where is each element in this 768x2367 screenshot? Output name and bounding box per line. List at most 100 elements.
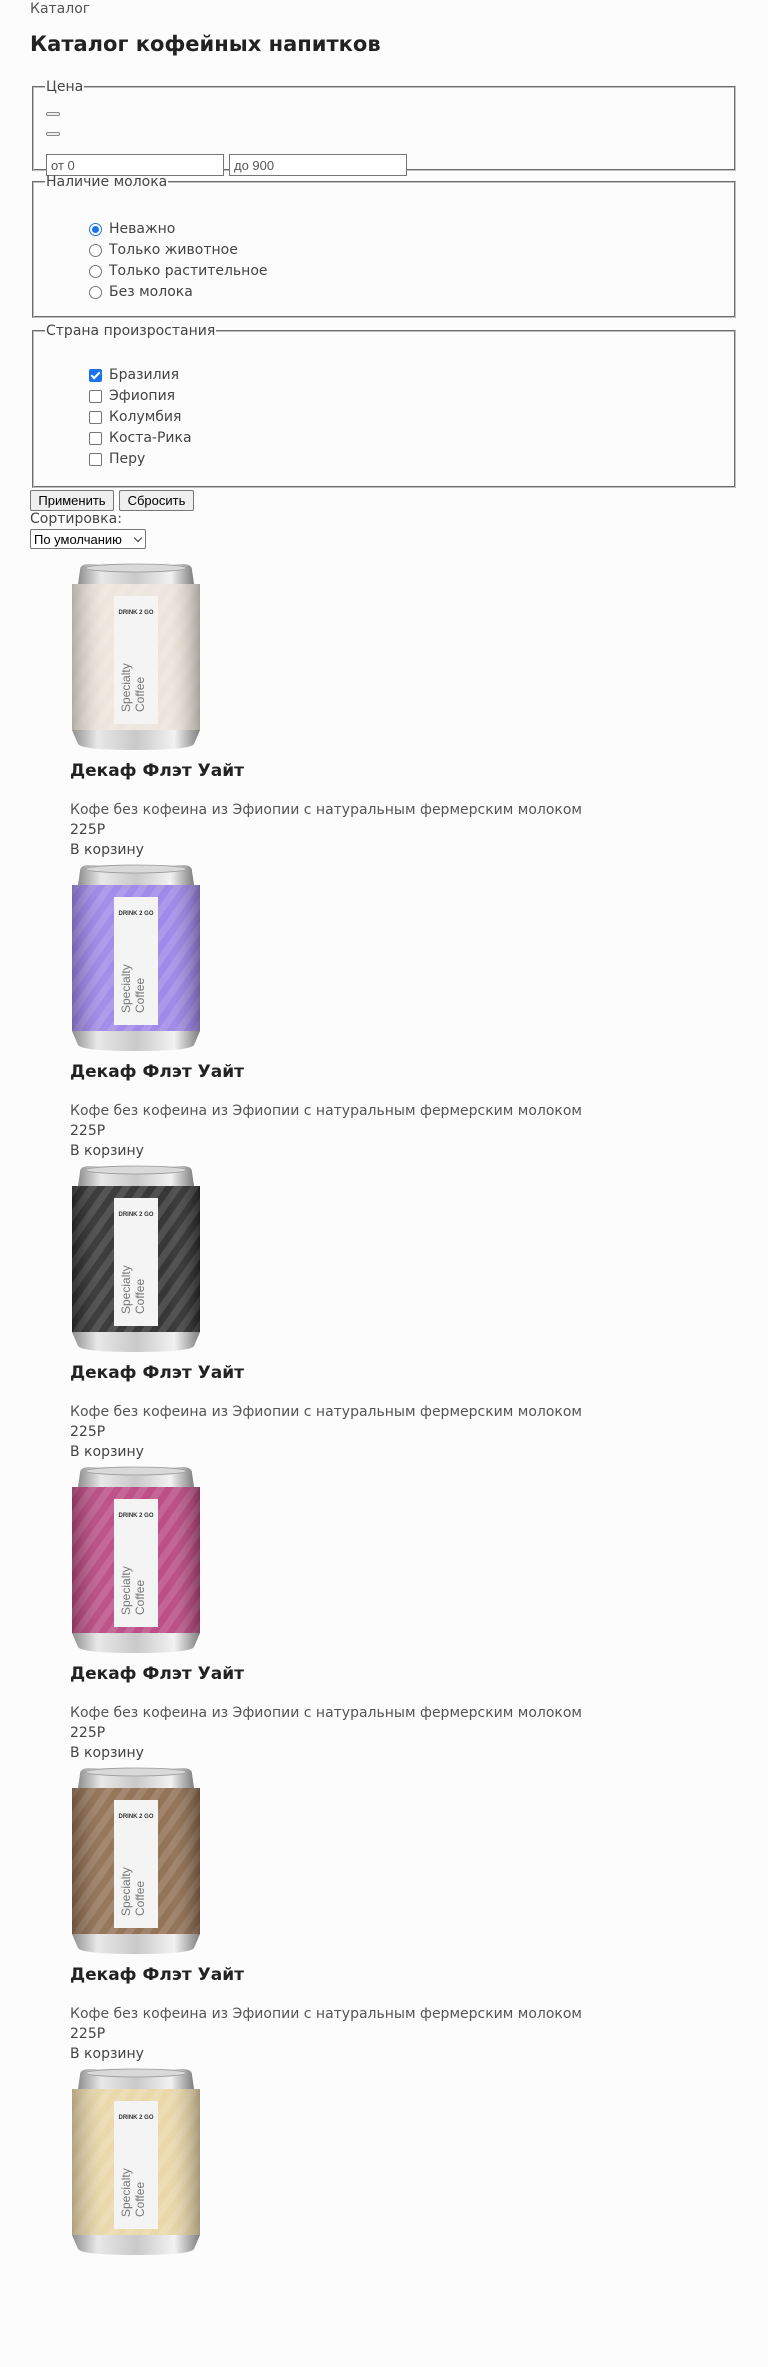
product-image[interactable]: DRINK 2 GO Specialty Coffee [70,2067,202,2257]
product-card: DRINK 2 GO Specialty Coffee Декаф Флэт Уайт… [70,1465,730,1765]
product-title[interactable]: Декаф Флэт Уайт [70,1965,244,1985]
checkbox[interactable] [89,389,102,403]
product-card: DRINK 2 GO Specialty Coffee Декаф Флэт Уайт… [70,562,730,862]
coffee-can-icon: DRINK 2 GO Specialty Coffee [72,1466,200,1653]
checkbox[interactable] [89,368,102,382]
product-price: 225Р [70,2026,106,2042]
product-title[interactable]: Декаф Флэт Уайт [70,1062,244,1082]
can-text: Coffee [133,978,147,1013]
product-description: Кофе без кофеина из Эфиопии с натуральны… [70,1103,582,1119]
can-brand: DRINK 2 GO [118,2115,153,2121]
coffee-can-icon: DRINK 2 GO Specialty Coffee [72,1165,200,1352]
checkbox[interactable] [89,410,102,424]
country-option[interactable]: Эфиопия [89,386,175,406]
country-legend: Страна произростания [46,323,216,339]
can-text: Coffee [133,2182,147,2217]
add-to-cart-button[interactable]: В корзину [70,1444,144,1460]
add-to-cart-button[interactable]: В корзину [70,2046,144,2062]
milk-option-label: Только животное [109,242,238,258]
can-brand: DRINK 2 GO [118,1814,153,1820]
product-card: DRINK 2 GO Specialty Coffee Декаф Флэт Уайт… [70,863,730,1163]
milk-option[interactable]: Неважно [89,219,175,239]
country-option-label: Коста-Рика [109,430,192,446]
product-image[interactable]: DRINK 2 GO Specialty Coffee [70,562,202,752]
country-option[interactable]: Колумбия [89,407,181,427]
radio-button[interactable] [89,285,102,299]
product-card: DRINK 2 GO Specialty Coffee Декаф Флэт Уайт… [70,1164,730,1464]
radio-button[interactable] [89,243,102,257]
can-text: Coffee [133,1881,147,1916]
product-image[interactable]: DRINK 2 GO Specialty Coffee [70,1465,202,1655]
product-description: Кофе без кофеина из Эфиопии с натуральны… [70,1404,582,1420]
price-legend: Цена [46,79,84,95]
can-brand: DRINK 2 GO [118,1513,153,1519]
milk-option[interactable]: Только животное [89,240,238,260]
price-range-min-handle[interactable] [46,112,60,116]
coffee-can-icon: DRINK 2 GO Specialty Coffee [72,1767,200,1954]
milk-option-label: Только растительное [109,263,268,279]
price-from-input[interactable] [46,154,224,176]
milk-option[interactable]: Только растительное [89,261,268,281]
can-text: Coffee [133,677,147,712]
coffee-can-icon: DRINK 2 GO Specialty Coffee [72,563,200,750]
checkbox[interactable] [89,431,102,445]
sort-selected-value: По умолчанию [34,531,122,547]
country-filter: Страна произростания Бразилия Эфиопия Ко… [32,323,736,488]
apply-button[interactable]: Применить [30,490,114,511]
product-price: 225Р [70,822,106,838]
can-text: Specialty [119,2168,133,2217]
country-option-label: Эфиопия [109,388,176,404]
product-image[interactable]: DRINK 2 GO Specialty Coffee [70,1766,202,1956]
product-card: DRINK 2 GO Specialty Coffee Декаф Флэт Уайт… [70,1766,730,2066]
can-brand: DRINK 2 GO [118,1212,153,1218]
can-text: Specialty [119,1265,133,1314]
sort-select[interactable]: По умолчанию [30,529,146,549]
milk-legend: Наличие молока [46,174,168,190]
product-title[interactable]: Декаф Флэт Уайт [70,1664,244,1684]
coffee-can-icon: DRINK 2 GO Specialty Coffee [72,2068,200,2255]
milk-option-label: Без молока [109,284,193,300]
page-title: Каталог кофейных напитков [30,32,381,56]
product-image[interactable]: DRINK 2 GO Specialty Coffee [70,863,202,1053]
product-title[interactable]: Декаф Флэт Уайт [70,761,244,781]
product-image[interactable]: DRINK 2 GO Specialty Coffee [70,1164,202,1354]
product-description: Кофе без кофеина из Эфиопии с натуральны… [70,2006,582,2022]
coffee-can-icon: DRINK 2 GO Specialty Coffee [72,864,200,1051]
milk-filter: Наличие молока Неважно Только животное Т… [32,174,736,318]
add-to-cart-button[interactable]: В корзину [70,1745,144,1761]
price-to-input[interactable] [229,154,407,176]
country-option[interactable]: Бразилия [89,365,179,385]
can-brand: DRINK 2 GO [118,610,153,616]
add-to-cart-button[interactable]: В корзину [70,1143,144,1159]
can-text: Specialty [119,1867,133,1916]
radio-button[interactable] [89,222,102,236]
can-brand: DRINK 2 GO [118,911,153,917]
product-card: DRINK 2 GO Specialty Coffee [70,2067,730,2367]
milk-option-label: Неважно [109,221,176,237]
add-to-cart-button[interactable]: В корзину [70,842,144,858]
can-text: Specialty [119,1566,133,1615]
radio-button[interactable] [89,264,102,278]
product-description: Кофе без кофеина из Эфиопии с натуральны… [70,802,582,818]
country-option-label: Перу [109,451,146,467]
breadcrumb[interactable]: Каталог [30,1,90,17]
chevron-down-icon [133,533,143,543]
product-title[interactable]: Декаф Флэт Уайт [70,1363,244,1383]
product-price: 225Р [70,1725,106,1741]
country-option-label: Бразилия [109,367,180,383]
can-text: Coffee [133,1580,147,1615]
product-price: 225Р [70,1123,106,1139]
can-text: Specialty [119,663,133,712]
reset-button[interactable]: Сбросить [119,490,194,511]
checkbox[interactable] [89,452,102,466]
country-option[interactable]: Перу [89,449,145,469]
country-option[interactable]: Коста-Рика [89,428,192,448]
can-text: Specialty [119,964,133,1013]
milk-option[interactable]: Без молока [89,282,193,302]
product-price: 225Р [70,1424,106,1440]
price-filter: Цена [32,79,736,176]
country-option-label: Колумбия [109,409,182,425]
product-description: Кофе без кофеина из Эфиопии с натуральны… [70,1705,582,1721]
price-range-max-handle[interactable] [46,132,60,136]
can-text: Coffee [133,1279,147,1314]
